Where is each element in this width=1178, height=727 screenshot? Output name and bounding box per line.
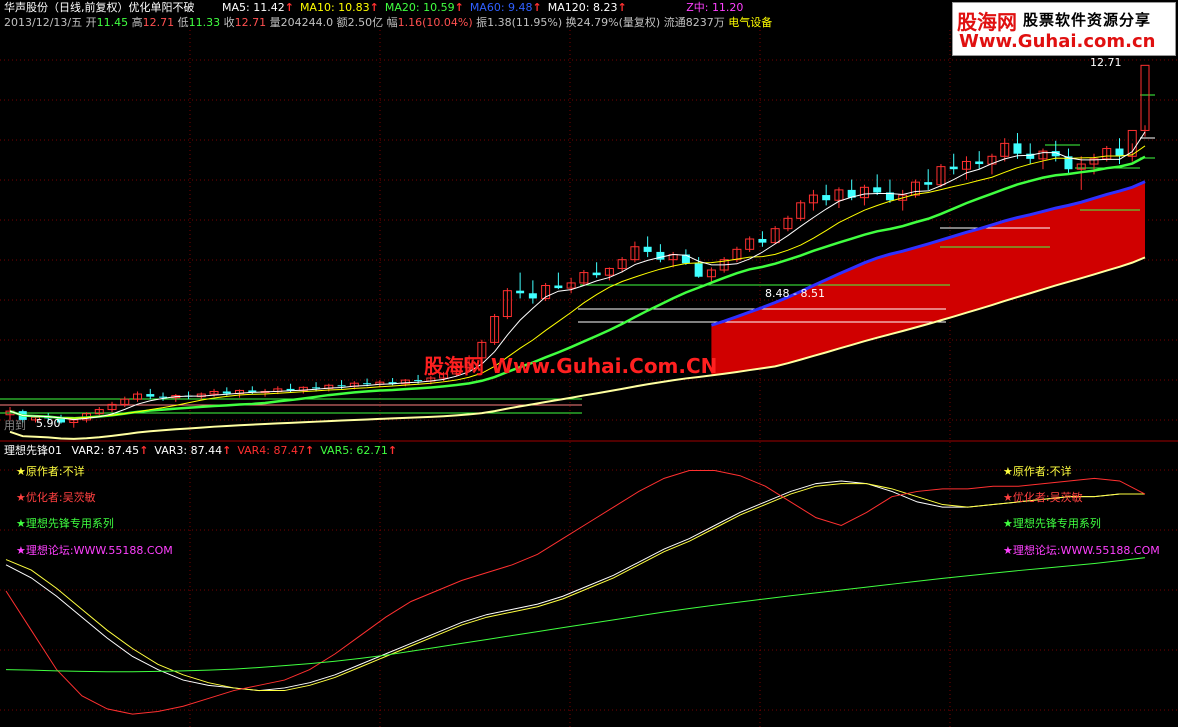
var-item-3: VAR5: 62.71↑ — [320, 444, 397, 457]
candle-body — [924, 182, 933, 185]
candle-70 — [898, 189, 908, 211]
candle-body — [656, 251, 665, 260]
candle-body — [1140, 64, 1150, 131]
note-series-right: ★理想先锋专用系列 — [1003, 517, 1101, 530]
candle-39 — [502, 288, 512, 320]
candle-45 — [579, 270, 589, 286]
candle-43 — [554, 272, 563, 290]
candle-51 — [656, 244, 665, 263]
candle-body — [528, 293, 537, 299]
candle-59 — [758, 231, 767, 247]
note-forum: ★理想论坛:WWW.55188.COM — [16, 544, 173, 557]
candle-42 — [541, 282, 551, 302]
candle-body — [146, 394, 155, 397]
candle-65 — [834, 187, 844, 208]
candle-63 — [808, 189, 818, 211]
candle-46 — [592, 262, 601, 278]
note-optimizer-right: ★优化者:吴茨敏 — [1003, 491, 1083, 504]
candle-body — [949, 166, 958, 170]
candle-body — [1115, 148, 1124, 157]
candle-75 — [961, 156, 971, 180]
candle-body — [222, 391, 231, 394]
var-value-3: VAR5: 62.71 — [320, 444, 388, 457]
high-price-label: 12.71 — [1090, 56, 1122, 69]
var-item-1: VAR3: 87.44↑ — [154, 444, 231, 457]
var-value-1: VAR3: 87.44 — [154, 444, 223, 457]
candle-body — [337, 385, 346, 387]
candle-24 — [312, 382, 321, 392]
candle-64 — [822, 184, 831, 206]
indicator-var2-line — [5, 480, 1145, 692]
candle-body — [975, 161, 984, 165]
candle-49 — [630, 241, 640, 263]
candle-body — [312, 387, 321, 389]
candle-7 — [94, 406, 104, 417]
note-optimizer: ★优化者:吴茨敏 — [16, 491, 96, 504]
candle-body — [873, 187, 882, 193]
candle-69 — [885, 179, 894, 203]
indicator-values: VAR2: 87.45↑ VAR3: 87.44↑ VAR4: 87.47↑ VAR5… — [66, 444, 398, 457]
candle-body — [1013, 143, 1022, 154]
candle-74 — [949, 153, 958, 175]
note-author: ★原作者:不详 — [16, 465, 85, 478]
candle-body — [758, 239, 767, 243]
candle-79 — [1013, 133, 1022, 159]
candle-body — [694, 263, 703, 277]
candle-81 — [1038, 148, 1048, 170]
candle-83 — [1064, 148, 1073, 175]
candle-body — [516, 290, 525, 294]
up-arrow-icon: ↑ — [305, 444, 315, 457]
range-label: 8.48 - 8.51 — [765, 287, 825, 300]
indicator-var5-line — [5, 557, 1146, 673]
candle-20 — [260, 388, 270, 397]
candle-13 — [171, 394, 181, 402]
candle-61 — [783, 215, 793, 232]
indicator-var3-line — [5, 483, 1145, 692]
indicator-lines — [5, 469, 1146, 715]
candle-88 — [1127, 129, 1137, 162]
candle-8 — [107, 401, 117, 413]
note-author-right: ★原作者:不详 — [1003, 465, 1072, 478]
candle-body — [363, 383, 372, 385]
candle-72 — [924, 169, 933, 190]
indicator-name: 理想先锋01 — [4, 444, 62, 457]
watermark: 股海网 Www.Guhai.Com.CN — [424, 354, 718, 378]
var-item-0: VAR2: 87.45↑ — [72, 444, 149, 457]
candle-body — [592, 272, 601, 276]
candle-50 — [643, 236, 652, 258]
indicator-header: 理想先锋01 VAR2: 87.45↑ VAR3: 87.44↑ VAR4: 87.… — [4, 444, 397, 458]
candle-10 — [133, 391, 143, 402]
note-forum-right: ★理想论坛:WWW.55188.COM — [1003, 544, 1160, 557]
candle-41 — [528, 280, 537, 304]
bottom-price-label: 5.90 — [36, 417, 61, 430]
candle-58 — [745, 236, 755, 252]
candle-62 — [796, 200, 806, 221]
up-arrow-icon: ↑ — [139, 444, 149, 457]
candle-87 — [1115, 138, 1124, 165]
note-series: ★理想先锋专用系列 — [16, 517, 114, 530]
candle-44 — [566, 277, 576, 294]
candle-40 — [516, 272, 525, 299]
var-value-0: VAR2: 87.45 — [71, 444, 140, 457]
candle-73 — [936, 164, 946, 188]
var-item-2: VAR4: 87.47↑ — [237, 444, 314, 457]
candle-80 — [1026, 143, 1035, 165]
candle-body — [822, 195, 831, 201]
up-arrow-icon: ↑ — [387, 444, 398, 457]
up-arrow-icon: ↑ — [222, 444, 232, 457]
candle-68 — [873, 174, 882, 196]
candle-body — [414, 380, 423, 382]
var-value-2: VAR4: 87.47 — [237, 444, 305, 457]
candle-89 — [1140, 64, 1150, 137]
bottom-label-prefix: 用到 — [4, 419, 26, 432]
candle-body — [681, 254, 690, 264]
candle-38 — [490, 313, 500, 345]
candle-body — [554, 285, 563, 289]
candle-76 — [975, 151, 984, 170]
candle-12 — [159, 392, 168, 401]
candle-body — [643, 246, 652, 252]
candle-14 — [184, 391, 193, 400]
candle-11 — [146, 388, 155, 400]
